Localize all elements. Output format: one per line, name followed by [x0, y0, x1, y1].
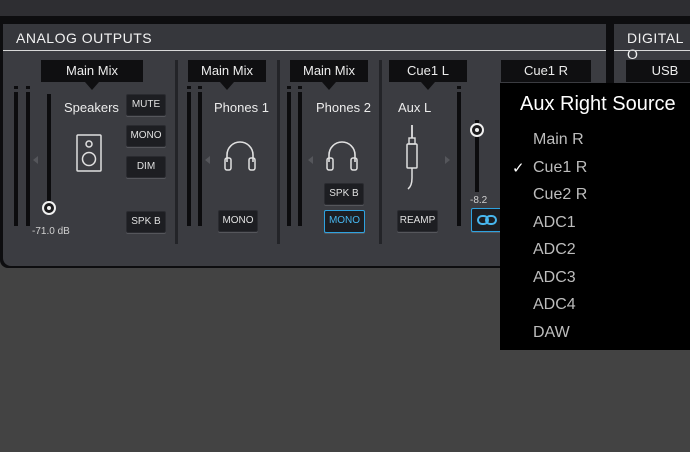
phones1-source-select[interactable]: Main Mix — [188, 60, 266, 82]
meter-cap — [187, 86, 191, 89]
speakers-source-arrow — [85, 82, 99, 90]
meter-cap — [287, 86, 291, 89]
digital-outputs-header: DIGITAL O — [614, 24, 690, 62]
speakers-volume-knob[interactable] — [42, 201, 56, 215]
menu-title: Aux Right Source — [520, 93, 676, 115]
meter-cap — [198, 86, 202, 89]
analog-outputs-title: ANALOG OUTPUTS — [16, 30, 153, 46]
menu-item-adc3[interactable]: ADC3 — [533, 269, 576, 287]
speakers-mono-button[interactable]: MONO — [126, 125, 166, 147]
reamp-button[interactable]: REAMP — [397, 210, 438, 232]
left-arrow-icon[interactable] — [205, 156, 210, 164]
link-icon — [477, 215, 497, 225]
phones1-channel-name: Phones 1 — [214, 100, 269, 115]
menu-item-main-r[interactable]: Main R — [533, 131, 584, 149]
check-icon: ✓ — [512, 160, 525, 177]
phones2-spkb-button[interactable]: SPK B — [324, 183, 364, 205]
digital-divider — [614, 50, 690, 51]
aux-volume-knob[interactable] — [470, 123, 484, 137]
menu-item-cue1-r[interactable]: Cue1 R — [533, 159, 587, 177]
phones2-mono-button[interactable]: MONO — [324, 210, 365, 233]
aux-volume-value: -8.2 — [470, 195, 488, 206]
headphones-icon — [324, 138, 360, 177]
headphones-icon — [222, 138, 258, 177]
digital-source-select[interactable]: USB — [626, 60, 690, 82]
phones2-source-select[interactable]: Main Mix — [290, 60, 368, 82]
analog-divider — [3, 50, 606, 51]
phones1-meter-left — [187, 92, 191, 226]
column-separator — [277, 60, 280, 244]
speakers-channel-name: Speakers — [64, 100, 119, 115]
left-arrow-icon[interactable] — [33, 156, 38, 164]
meter-cap — [14, 86, 18, 89]
auxl-source-arrow — [421, 82, 435, 90]
column-separator — [175, 60, 178, 244]
column-separator — [379, 60, 382, 244]
right-arrow-icon[interactable] — [445, 156, 450, 164]
left-arrow-icon[interactable] — [308, 156, 313, 164]
speakers-volume-track[interactable] — [47, 94, 51, 214]
digital-outputs-title: DIGITAL O — [627, 30, 684, 62]
phones1-source-arrow — [220, 82, 234, 90]
aux-right-source-menu: Aux Right Source ✓ Main R Cue1 R Cue2 R … — [500, 83, 690, 350]
meter-cap — [298, 86, 302, 89]
auxl-channel-name: Aux L — [398, 100, 432, 115]
auxr-source-select[interactable]: Cue1 R — [501, 60, 591, 82]
auxl-meter — [457, 92, 461, 226]
speakers-meter-left — [14, 92, 18, 226]
phones2-meter-left — [287, 92, 291, 226]
menu-item-daw[interactable]: DAW — [533, 324, 570, 342]
analog-outputs-header: ANALOG OUTPUTS — [3, 24, 606, 50]
dim-button[interactable]: DIM — [126, 156, 166, 178]
meter-cap — [457, 86, 461, 89]
phones1-meter-right — [198, 92, 202, 226]
phones2-meter-right — [298, 92, 302, 226]
speakers-spkb-button[interactable]: SPK B — [126, 211, 166, 233]
auxl-source-select[interactable]: Cue1 L — [389, 60, 467, 82]
menu-item-adc1[interactable]: ADC1 — [533, 214, 576, 232]
speakers-source-select[interactable]: Main Mix — [41, 60, 143, 82]
link-button[interactable] — [471, 208, 503, 232]
menu-item-adc4[interactable]: ADC4 — [533, 296, 576, 314]
mute-button[interactable]: MUTE — [126, 94, 166, 116]
menu-item-cue2-r[interactable]: Cue2 R — [533, 186, 587, 204]
speaker-icon — [76, 134, 102, 177]
phones2-channel-name: Phones 2 — [316, 100, 371, 115]
meter-cap — [26, 86, 30, 89]
phones2-source-arrow — [322, 82, 336, 90]
speakers-volume-value: -71.0 dB — [32, 226, 70, 237]
jack-cable-icon — [404, 124, 420, 195]
top-bar — [0, 0, 690, 16]
speakers-meter-right — [26, 92, 30, 226]
menu-item-adc2[interactable]: ADC2 — [533, 241, 576, 259]
phones1-mono-button[interactable]: MONO — [218, 210, 258, 232]
